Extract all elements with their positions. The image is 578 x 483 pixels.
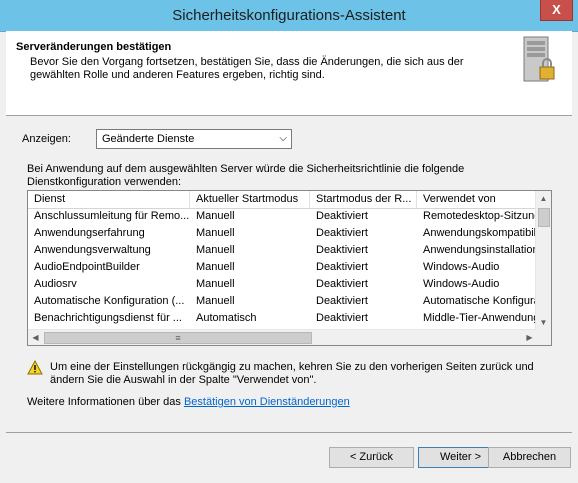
more-info: Weitere Informationen über das Bestätige… xyxy=(27,396,350,408)
horizontal-scrollbar[interactable]: ◀ ≡ ▶ xyxy=(28,329,537,345)
title-bar: Sicherheitskonfigurations-Assistent X xyxy=(0,0,578,32)
cell-used-by: Windows-Audio xyxy=(423,278,500,290)
cell-new-mode: Deaktiviert xyxy=(316,261,368,273)
table-row[interactable]: Benachrichtigungsdienst für ... Automati… xyxy=(28,310,538,327)
warning-text: Um eine der Einstellungen rückgängig zu … xyxy=(50,361,534,386)
horizontal-scroll-thumb[interactable]: ≡ xyxy=(44,332,312,344)
table-row[interactable]: Audiosrv Manuell Deaktiviert Windows-Aud… xyxy=(28,276,538,293)
more-info-link[interactable]: Bestätigen von Dienständerungen xyxy=(184,396,350,408)
cell-current-mode: Automatisch xyxy=(196,312,257,324)
cell-service: Anschlussumleitung für Remo... xyxy=(34,210,190,222)
table-row[interactable]: Automatische Konfiguration (... Manuell … xyxy=(28,293,538,310)
server-lock-icon xyxy=(523,36,555,82)
cell-used-by: Remotedesktop-Sitzung xyxy=(423,210,538,222)
footer-divider xyxy=(6,432,572,433)
scrollbar-corner xyxy=(536,330,551,345)
table-row[interactable]: Anwendungserfahrung Manuell Deaktiviert … xyxy=(28,225,538,242)
cell-new-mode: Deaktiviert xyxy=(316,278,368,290)
cell-new-mode: Deaktiviert xyxy=(316,312,368,324)
services-list[interactable]: Dienst Aktueller Startmodus Startmodus d… xyxy=(27,190,552,346)
cell-service: Anwendungserfahrung xyxy=(34,227,145,239)
chevron-down-icon: ⌵ xyxy=(279,133,287,144)
column-header-used-by[interactable]: Verwendet von xyxy=(417,191,538,208)
scroll-down-icon[interactable]: ▼ xyxy=(536,315,551,330)
cell-used-by: Middle-Tier-Anwendung xyxy=(423,312,538,324)
wizard-header: Serveränderungen bestätigen Bevor Sie de… xyxy=(6,31,572,116)
page-description: Bevor Sie den Vorgang fortsetzen, bestät… xyxy=(30,56,464,81)
warning-icon xyxy=(27,360,43,375)
filter-label: Anzeigen: xyxy=(22,133,71,145)
column-header-new-mode[interactable]: Startmodus der R... xyxy=(310,191,417,208)
cell-used-by: Windows-Audio xyxy=(423,261,500,273)
intro-text: Bei Anwendung auf dem ausgewählten Serve… xyxy=(27,163,465,188)
scroll-up-icon[interactable]: ▲ xyxy=(536,191,551,206)
back-button[interactable]: < Zurück xyxy=(329,447,414,468)
cell-current-mode: Manuell xyxy=(196,278,235,290)
table-row[interactable]: Anschlussumleitung für Remo... Manuell D… xyxy=(28,208,538,225)
vertical-scroll-thumb[interactable] xyxy=(538,208,550,227)
cell-current-mode: Manuell xyxy=(196,261,235,273)
cell-current-mode: Manuell xyxy=(196,227,235,239)
scroll-right-icon[interactable]: ▶ xyxy=(522,330,537,345)
cell-service: AudioEndpointBuilder xyxy=(34,261,140,273)
page-title: Serveränderungen bestätigen xyxy=(16,41,172,53)
cell-current-mode: Manuell xyxy=(196,295,235,307)
column-header-service[interactable]: Dienst xyxy=(28,191,190,208)
cell-new-mode: Deaktiviert xyxy=(316,244,368,256)
close-button[interactable]: X xyxy=(540,0,573,21)
cell-service: Automatische Konfiguration (... xyxy=(34,295,185,307)
cell-used-by: Anwendungskompatibil xyxy=(423,227,537,239)
vertical-scrollbar[interactable]: ▲ ▼ xyxy=(535,191,551,330)
cell-current-mode: Manuell xyxy=(196,244,235,256)
cell-new-mode: Deaktiviert xyxy=(316,295,368,307)
cell-service: Audiosrv xyxy=(34,278,77,290)
more-info-prefix: Weitere Informationen über das xyxy=(27,396,184,408)
scroll-left-icon[interactable]: ◀ xyxy=(28,330,43,345)
cell-new-mode: Deaktiviert xyxy=(316,227,368,239)
cell-used-by: Anwendungsinstallation xyxy=(423,244,538,256)
cell-service: Benachrichtigungsdienst für ... xyxy=(34,312,182,324)
filter-select[interactable]: Geänderte Dienste ⌵ xyxy=(96,129,292,149)
filter-selected-value: Geänderte Dienste xyxy=(102,133,195,145)
column-header-current-mode[interactable]: Aktueller Startmodus xyxy=(190,191,310,208)
window-title: Sicherheitskonfigurations-Assistent xyxy=(172,7,406,24)
cell-current-mode: Manuell xyxy=(196,210,235,222)
table-row[interactable]: AudioEndpointBuilder Manuell Deaktiviert… xyxy=(28,259,538,276)
cancel-button[interactable]: Abbrechen xyxy=(488,447,571,468)
cell-used-by: Automatische Konfigura xyxy=(423,295,538,307)
table-row[interactable]: Anwendungsverwaltung Manuell Deaktiviert… xyxy=(28,242,538,259)
cell-service: Anwendungsverwaltung xyxy=(34,244,151,256)
list-header: Dienst Aktueller Startmodus Startmodus d… xyxy=(28,191,538,209)
cell-new-mode: Deaktiviert xyxy=(316,210,368,222)
